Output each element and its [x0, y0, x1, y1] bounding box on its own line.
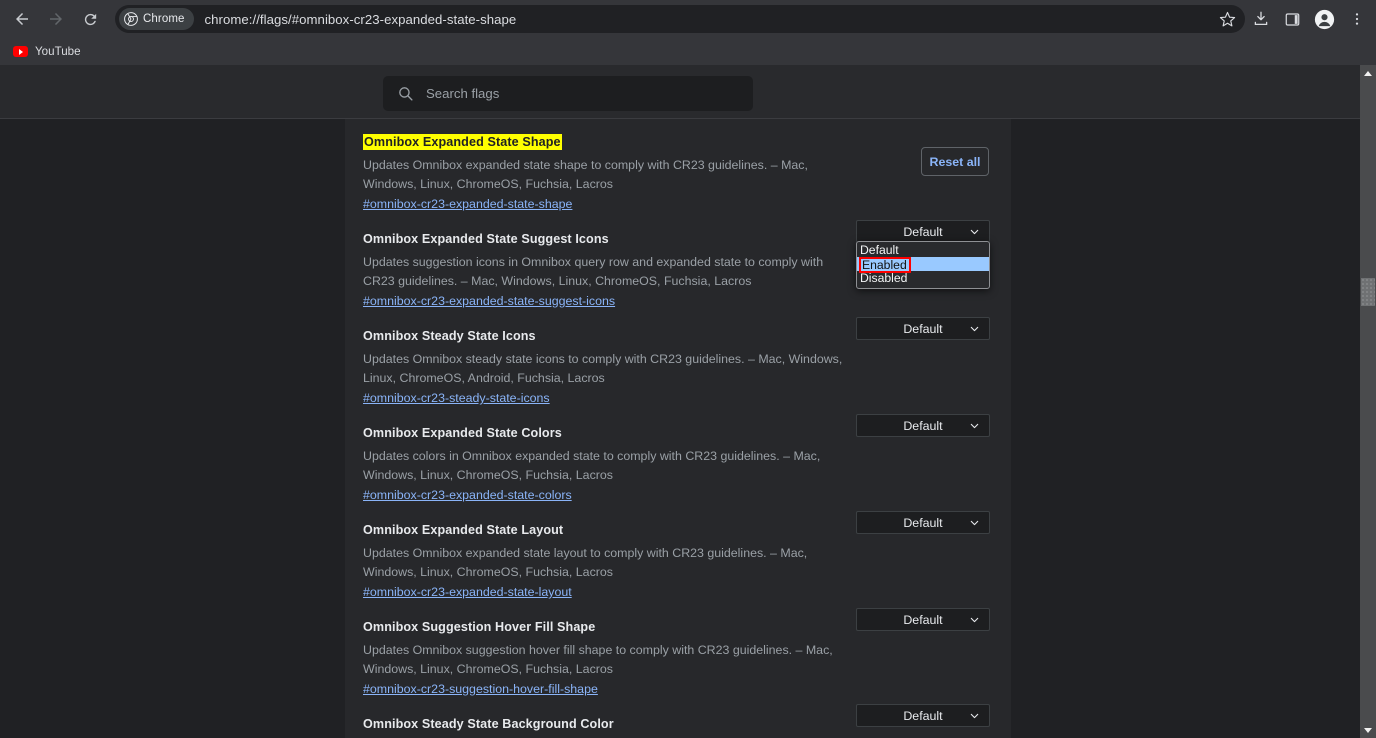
dropdown-option-default[interactable]: Default [857, 243, 989, 257]
flag-title: Omnibox Expanded State Shape [363, 134, 562, 150]
page-scrollbar[interactable] [1360, 65, 1376, 738]
flag-select-0-open-list[interactable]: Default Enabled Disabled [856, 241, 990, 289]
triangle-up-icon [1364, 70, 1372, 76]
flag-entry: Omnibox Steady State Icons Updates Omnib… [363, 327, 993, 407]
flag-title: Omnibox Expanded State Colors [363, 426, 562, 440]
flag-anchor-link[interactable]: #omnibox-cr23-steady-state-icons [363, 391, 550, 405]
forward-arrow-icon [50, 13, 62, 25]
flag-anchor-link[interactable]: #omnibox-cr23-expanded-state-shape [363, 197, 572, 211]
flag-text-block: Omnibox Steady State Background Color [363, 715, 846, 733]
flag-anchor-link[interactable]: #omnibox-cr23-expanded-state-layout [363, 585, 572, 599]
flag-text-block: Omnibox Suggestion Hover Fill Shape Upda… [363, 618, 846, 698]
scrollbar-up-button[interactable] [1360, 65, 1376, 81]
star-icon [1219, 11, 1235, 26]
bookmark-label: YouTube [35, 45, 81, 58]
flag-text-block: Omnibox Expanded State Shape Updates Omn… [363, 133, 846, 213]
chrome-chip-label: Chrome [143, 13, 185, 25]
search-icon [399, 87, 413, 101]
bookmarks-bar: YouTube [0, 38, 1376, 65]
flag-entry: Omnibox Expanded State Layout Updates Om… [363, 521, 993, 601]
flag-description: Updates colors in Omnibox expanded state… [363, 449, 821, 482]
flag-description: Updates suggestion icons in Omnibox quer… [363, 255, 824, 288]
chrome-menu-button[interactable] [1341, 4, 1372, 35]
toolbar-icon-group [1245, 4, 1376, 35]
triangle-down-icon [1364, 727, 1372, 733]
profile-button[interactable] [1309, 4, 1340, 35]
page-right-gutter [1011, 119, 1360, 738]
flag-title: Omnibox Steady State Background Color [363, 717, 614, 731]
chrome-logo-icon [124, 12, 138, 26]
flag-description: Updates Omnibox steady state icons to co… [363, 352, 843, 385]
dropdown-option-enabled[interactable]: Enabled [857, 257, 989, 273]
downloads-button[interactable] [1245, 4, 1276, 35]
scrollbar-down-button[interactable] [1360, 722, 1376, 738]
flags-page: Reset all Omnibox Expanded State Shape U… [0, 65, 1376, 738]
flag-entry: Omnibox Expanded State Shape Updates Omn… [363, 133, 993, 213]
flag-text-block: Omnibox Expanded State Colors Updates co… [363, 424, 846, 504]
search-input[interactable] [426, 86, 753, 101]
more-vertical-icon [1355, 13, 1358, 25]
reload-icon [84, 13, 96, 25]
side-panel-icon [1285, 12, 1300, 26]
flag-text-block: Omnibox Steady State Icons Updates Omnib… [363, 327, 846, 407]
flag-anchor-link[interactable]: #omnibox-cr23-expanded-state-colors [363, 488, 572, 502]
browser-toolbar: Chrome chrome://flags/#omnibox-cr23-expa… [0, 0, 1376, 38]
download-icon [1254, 11, 1267, 25]
flag-anchor-link[interactable]: #omnibox-cr23-suggestion-hover-fill-shap… [363, 682, 598, 696]
youtube-icon [13, 46, 28, 57]
flag-entry: Omnibox Suggestion Hover Fill Shape Upda… [363, 618, 993, 698]
bookmark-item-youtube[interactable]: YouTube [6, 42, 88, 61]
flag-title: Omnibox Expanded State Suggest Icons [363, 232, 609, 246]
back-arrow-icon [16, 13, 28, 25]
flag-title: Omnibox Steady State Icons [363, 329, 536, 343]
chrome-chip[interactable]: Chrome [119, 8, 194, 30]
flag-description: Updates Omnibox expanded state layout to… [363, 546, 808, 579]
profile-avatar-icon [1314, 9, 1335, 29]
flag-entry: Omnibox Steady State Background Color [363, 715, 993, 733]
flag-description: Updates Omnibox suggestion hover fill sh… [363, 643, 833, 676]
search-flags-field[interactable] [383, 76, 753, 111]
side-panel-button[interactable] [1277, 4, 1308, 35]
omnibox-url-text: chrome://flags/#omnibox-cr23-expanded-st… [204, 11, 517, 27]
flag-text-block: Omnibox Expanded State Layout Updates Om… [363, 521, 846, 601]
flag-title: Omnibox Suggestion Hover Fill Shape [363, 620, 596, 634]
flags-header [0, 65, 1360, 119]
reload-button[interactable] [75, 4, 105, 34]
flag-title: Omnibox Expanded State Layout [363, 523, 564, 537]
page-left-gutter [0, 119, 345, 738]
scrollbar-thumb[interactable] [1361, 278, 1375, 306]
flag-text-block: Omnibox Expanded State Suggest Icons Upd… [363, 230, 846, 310]
address-bar[interactable]: Chrome chrome://flags/#omnibox-cr23-expa… [115, 5, 1245, 33]
bookmark-star-button[interactable] [1215, 7, 1239, 31]
flag-anchor-link[interactable]: #omnibox-cr23-expanded-state-suggest-ico… [363, 294, 615, 308]
flag-description: Updates Omnibox expanded state shape to … [363, 158, 808, 191]
flag-entry: Omnibox Expanded State Colors Updates co… [363, 424, 993, 504]
dropdown-option-disabled[interactable]: Disabled [857, 271, 989, 285]
forward-button[interactable] [41, 4, 71, 34]
back-button[interactable] [7, 4, 37, 34]
